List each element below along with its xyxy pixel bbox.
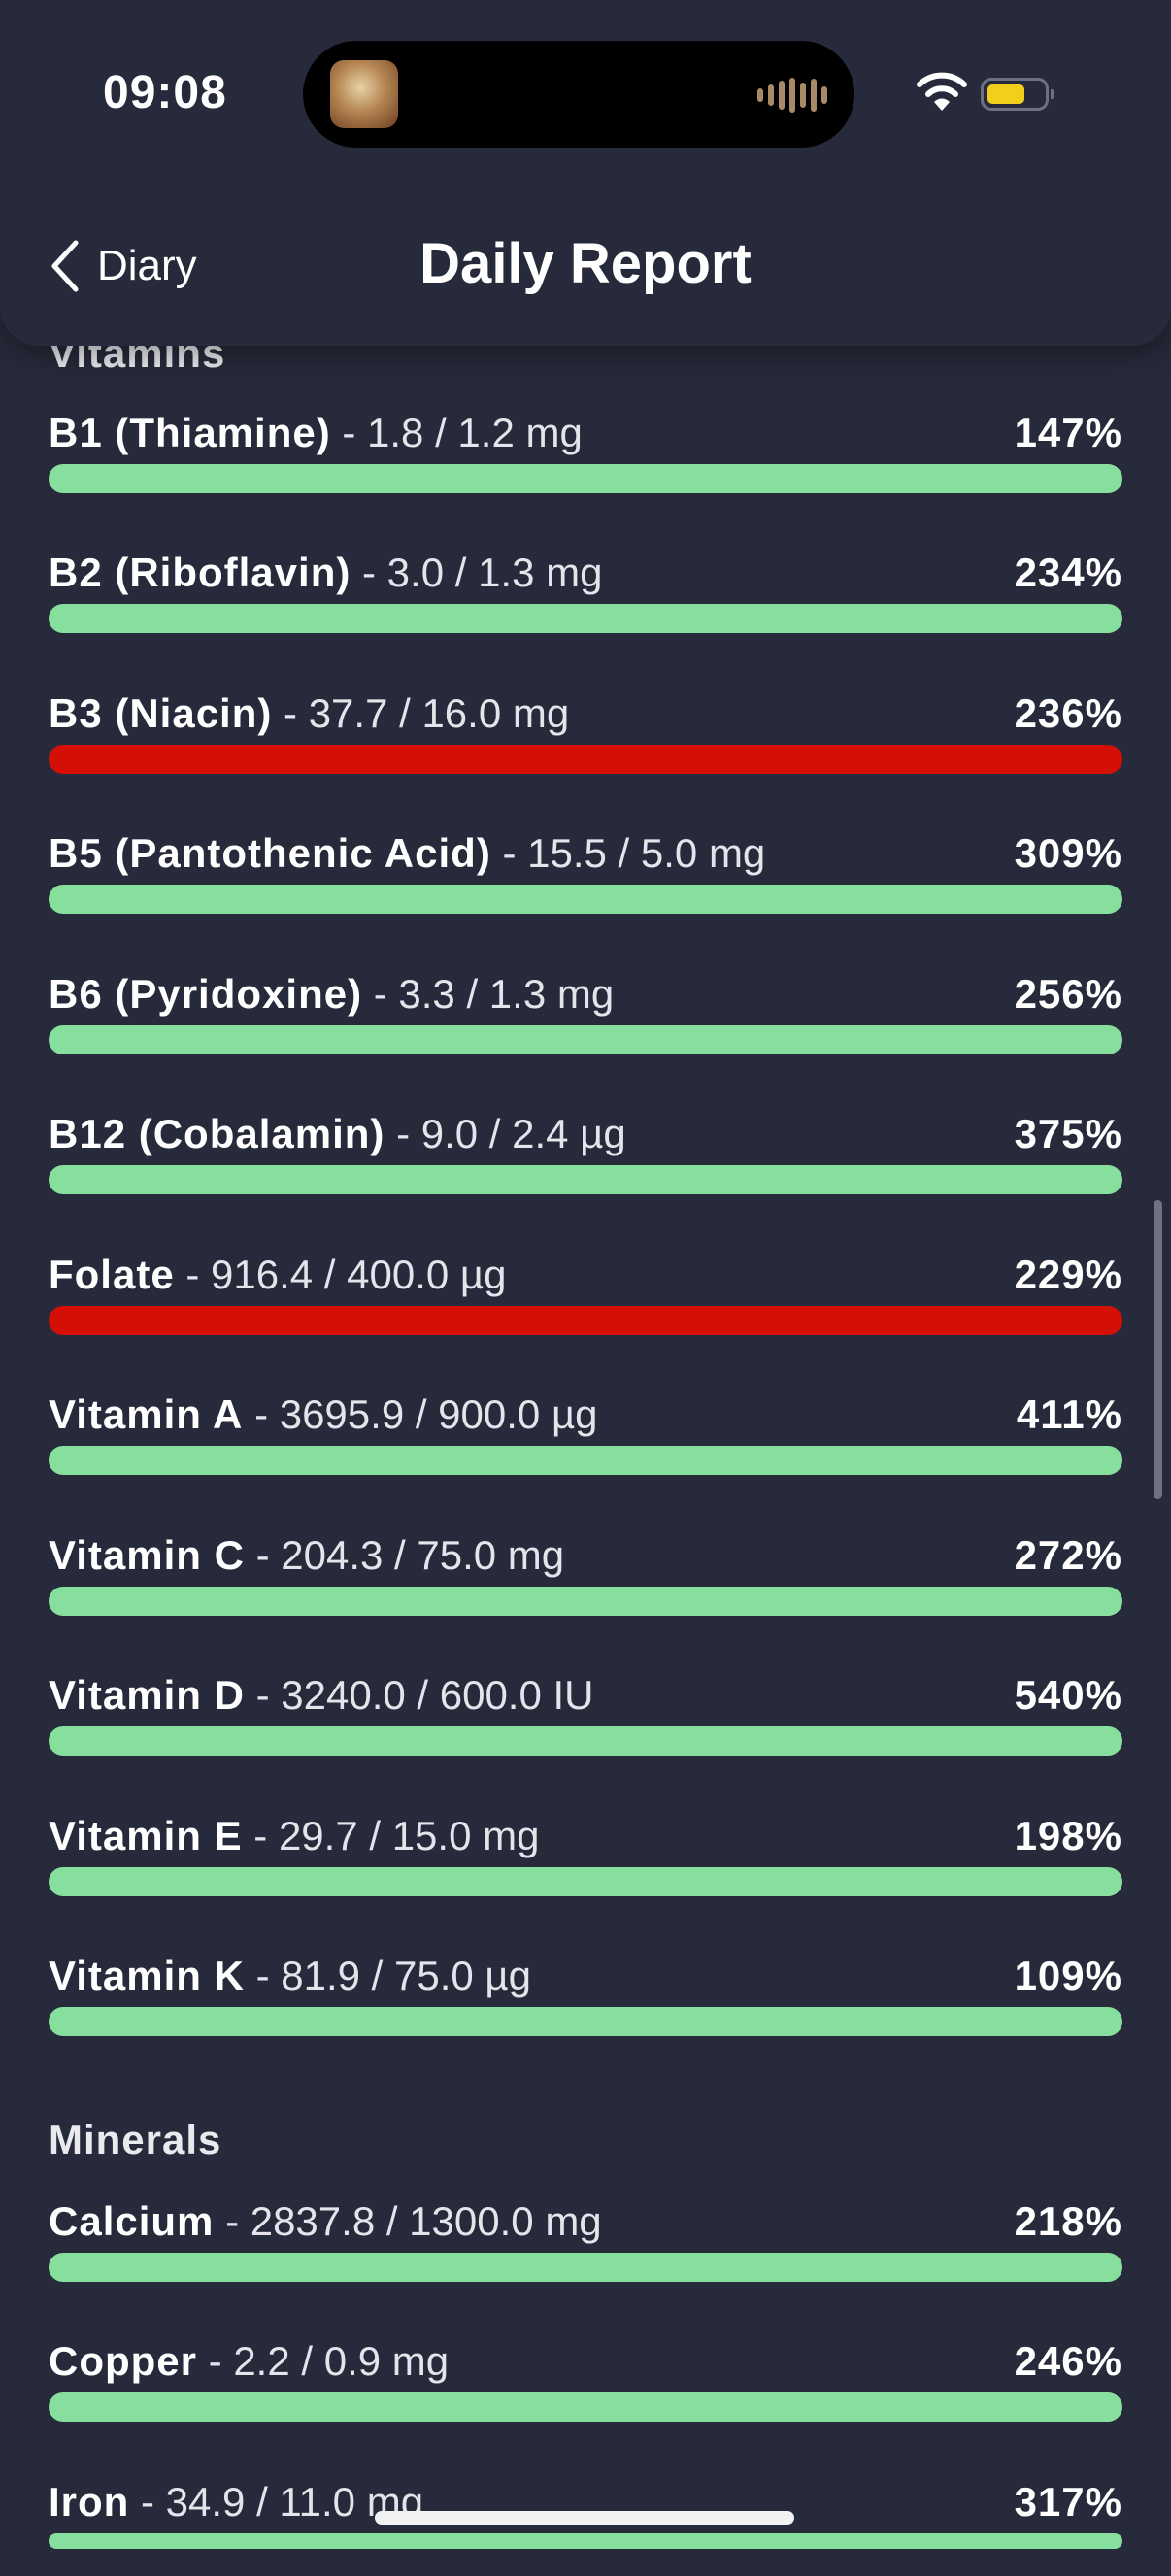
progress-bar: [49, 1867, 1122, 1896]
nutrient-row-vitamin-a: Vitamin A - 3695.9 / 900.0 µg 411%: [49, 1391, 1122, 1489]
nutrient-percent: 317%: [1014, 2479, 1122, 2525]
nutrient-percent: 236%: [1014, 690, 1122, 736]
status-time: 09:08: [103, 67, 227, 118]
progress-bar: [49, 604, 1122, 633]
nutrient-row-b1: B1 (Thiamine) - 1.8 / 1.2 mg 147%: [49, 410, 1122, 507]
nutrient-row-calcium: Calcium - 2837.8 / 1300.0 mg 218%: [49, 2198, 1122, 2295]
nutrient-amount: - 1.8 / 1.2 mg: [342, 410, 583, 455]
dynamic-island[interactable]: [303, 41, 854, 148]
nutrient-name: Iron: [49, 2479, 130, 2525]
nutrient-percent: 229%: [1014, 1252, 1122, 1297]
nutrient-name: Vitamin K: [49, 1953, 245, 1998]
audio-wave-icon: [757, 76, 827, 115]
nav-header: 09:08 Diary Daily Report: [0, 0, 1171, 346]
nutrient-percent: 246%: [1014, 2338, 1122, 2384]
nutrient-row-b5: B5 (Pantothenic Acid) - 15.5 / 5.0 mg 30…: [49, 830, 1122, 927]
nutrient-amount: - 204.3 / 75.0 mg: [255, 1532, 565, 1578]
nutrient-name: B6 (Pyridoxine): [49, 971, 363, 1017]
nutrient-percent: 234%: [1014, 550, 1122, 595]
nutrient-amount: - 3.0 / 1.3 mg: [362, 550, 603, 595]
progress-bar: [49, 2253, 1122, 2282]
nutrient-amount: - 29.7 / 15.0 mg: [253, 1813, 540, 1858]
nutrient-amount: - 37.7 / 16.0 mg: [284, 690, 570, 736]
progress-bar: [49, 1306, 1122, 1335]
progress-bar: [49, 885, 1122, 914]
home-indicator[interactable]: [375, 2511, 794, 2525]
progress-bar: [49, 1446, 1122, 1475]
battery-icon: [981, 78, 1054, 111]
nutrient-percent: 256%: [1014, 971, 1122, 1017]
nutrient-name: B5 (Pantothenic Acid): [49, 830, 491, 876]
nutrient-percent: 375%: [1014, 1111, 1122, 1156]
nutrient-amount: - 916.4 / 400.0 µg: [185, 1252, 507, 1297]
nutrient-row-b2: B2 (Riboflavin) - 3.0 / 1.3 mg 234%: [49, 550, 1122, 647]
nutrient-percent: 218%: [1014, 2198, 1122, 2244]
nutrient-row-b6: B6 (Pyridoxine) - 3.3 / 1.3 mg 256%: [49, 971, 1122, 1068]
nutrient-amount: - 2.2 / 0.9 mg: [208, 2338, 450, 2384]
nutrient-amount: - 3240.0 / 600.0 IU: [255, 1672, 594, 1718]
nutrient-name: Folate: [49, 1252, 175, 1297]
nutrient-name: Vitamin C: [49, 1532, 245, 1578]
nutrient-name: Calcium: [49, 2198, 215, 2244]
progress-bar: [49, 745, 1122, 774]
section-heading-minerals: Minerals: [49, 2117, 222, 2162]
progress-bar: [49, 1587, 1122, 1616]
nutrient-name: B1 (Thiamine): [49, 410, 331, 455]
progress-bar: [49, 1165, 1122, 1194]
nutrient-percent: 540%: [1014, 1672, 1122, 1718]
nutrient-amount: - 9.0 / 2.4 µg: [396, 1111, 626, 1156]
nutrient-name: Vitamin E: [49, 1813, 243, 1858]
wifi-icon: [917, 72, 967, 111]
nutrient-row-copper: Copper - 2.2 / 0.9 mg 246%: [49, 2338, 1122, 2435]
nutrient-row-vitamin-e: Vitamin E - 29.7 / 15.0 mg 198%: [49, 1813, 1122, 1910]
progress-bar: [49, 464, 1122, 493]
nutrient-row-vitamin-c: Vitamin C - 204.3 / 75.0 mg 272%: [49, 1532, 1122, 1629]
nutrient-percent: 411%: [1016, 1391, 1122, 1437]
progress-bar: [49, 1025, 1122, 1054]
nutrient-row-vitamin-d: Vitamin D - 3240.0 / 600.0 IU 540%: [49, 1672, 1122, 1769]
nutrient-percent: 309%: [1014, 830, 1122, 876]
progress-bar: [49, 2007, 1122, 2036]
nutrient-amount: - 3.3 / 1.3 mg: [373, 971, 615, 1017]
nutrient-name: B3 (Niacin): [49, 690, 273, 736]
page-title-text: Daily Report: [419, 232, 752, 295]
nutrient-row-iron: Iron - 34.9 / 11.0 mg 317%: [49, 2479, 1122, 2576]
nutrient-name: B2 (Riboflavin): [49, 550, 351, 595]
progress-bar: [49, 2533, 1122, 2549]
progress-bar: [49, 1726, 1122, 1756]
nutrient-percent: 198%: [1014, 1813, 1122, 1858]
nutrient-percent: 272%: [1014, 1532, 1122, 1578]
nutrient-amount: - 2837.8 / 1300.0 mg: [225, 2198, 602, 2244]
progress-bar: [49, 2392, 1122, 2422]
nutrient-percent: 109%: [1014, 1953, 1122, 1998]
nutrient-name: Copper: [49, 2338, 197, 2384]
scrollbar[interactable]: [1154, 1200, 1162, 1499]
nutrient-name: Vitamin D: [49, 1672, 245, 1718]
nutrient-name: B12 (Cobalamin): [49, 1111, 385, 1156]
now-playing-artwork: [330, 60, 398, 128]
nutrient-amount: - 3695.9 / 900.0 µg: [254, 1391, 598, 1437]
nutrient-name: Vitamin A: [49, 1391, 244, 1437]
nutrient-row-b3: B3 (Niacin) - 37.7 / 16.0 mg 236%: [49, 690, 1122, 787]
nutrient-row-b12: B12 (Cobalamin) - 9.0 / 2.4 µg 375%: [49, 1111, 1122, 1208]
nutrient-amount: - 15.5 / 5.0 mg: [502, 830, 766, 876]
nutrient-amount: - 81.9 / 75.0 µg: [255, 1953, 531, 1998]
nutrient-row-folate: Folate - 916.4 / 400.0 µg 229%: [49, 1252, 1122, 1349]
nutrient-percent: 147%: [1014, 410, 1122, 455]
page-title: Daily Report: [0, 231, 1171, 296]
nutrient-row-vitamin-k: Vitamin K - 81.9 / 75.0 µg 109%: [49, 1953, 1122, 2050]
